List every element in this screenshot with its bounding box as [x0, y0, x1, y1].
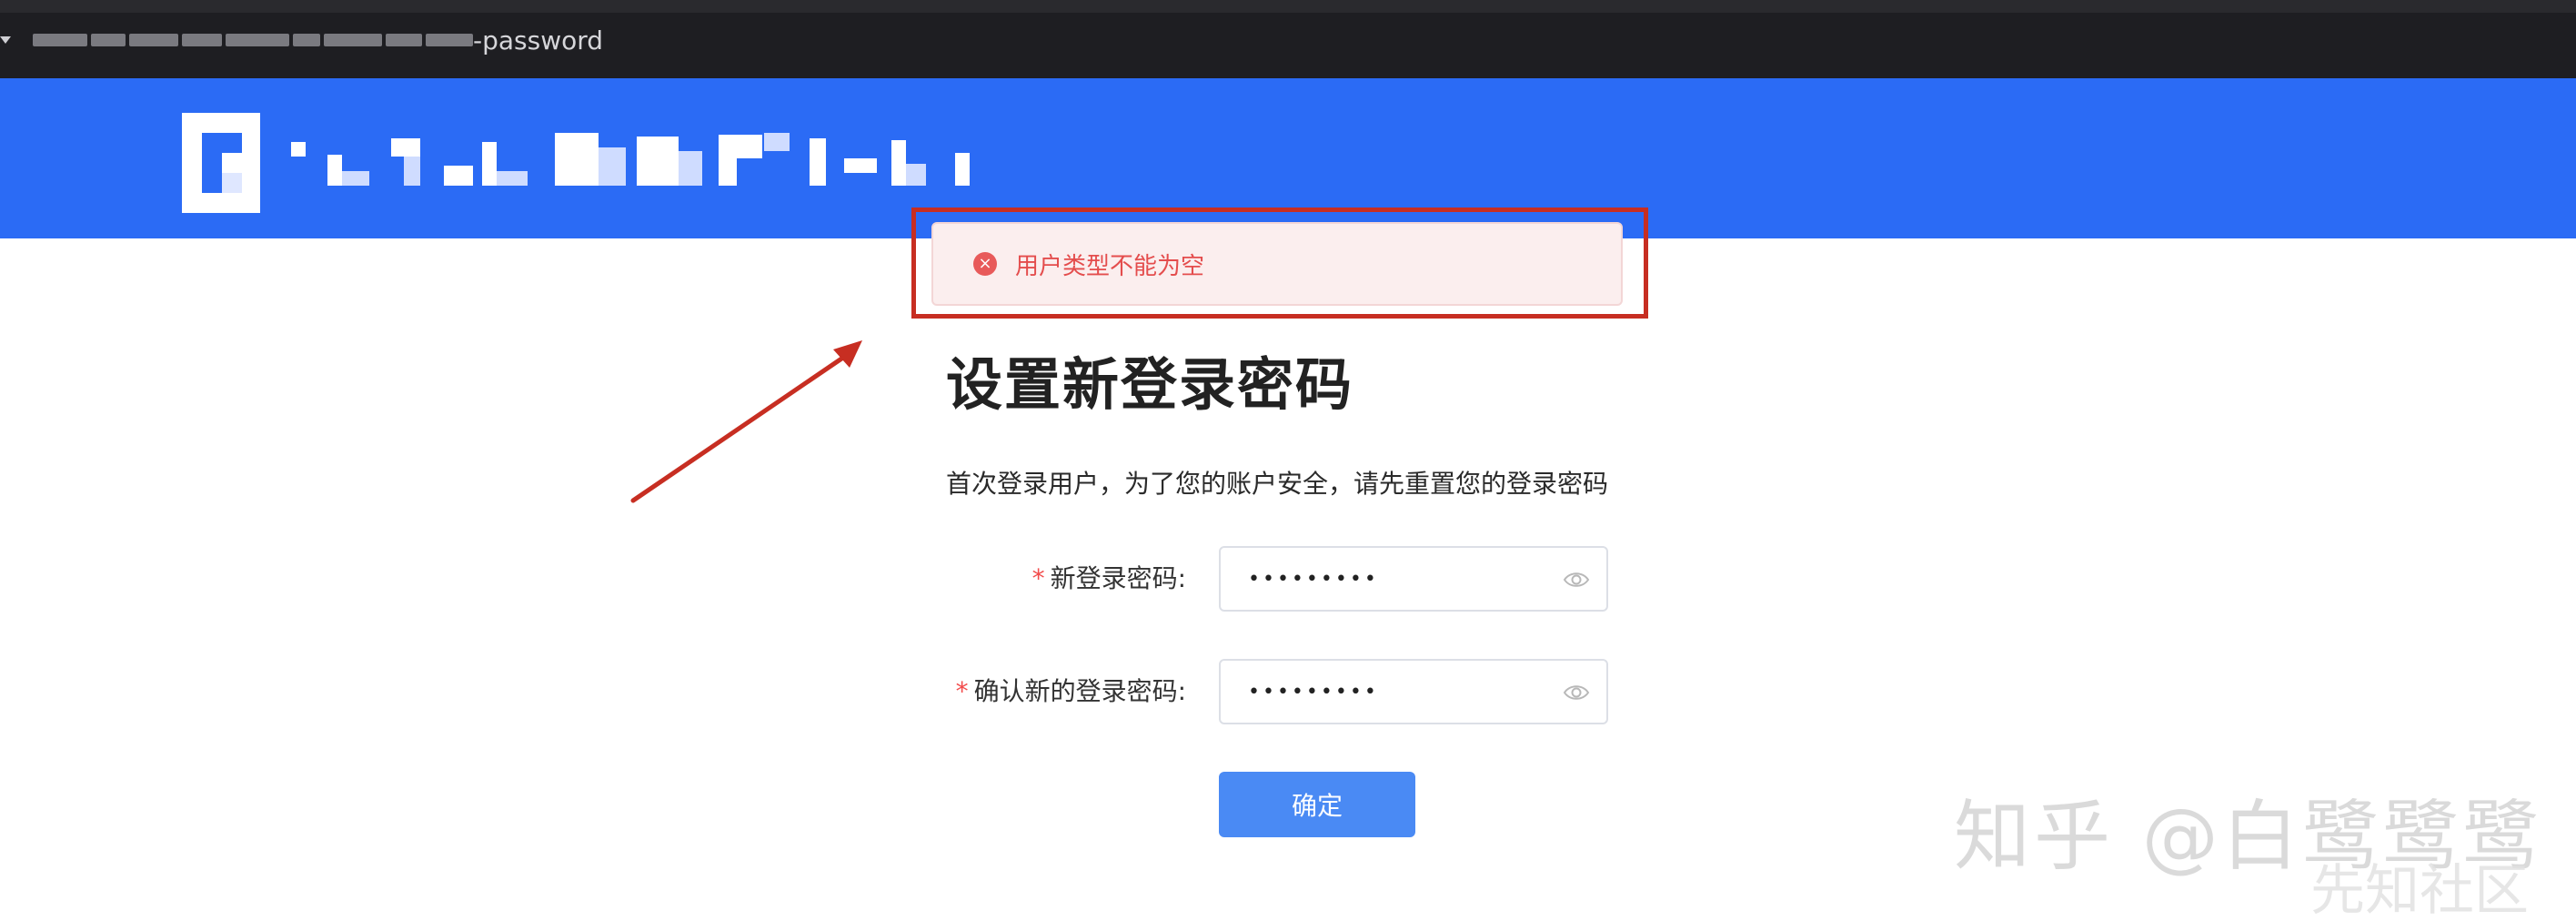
brand-name-redacted: [291, 133, 1028, 206]
url-redacted: [33, 29, 473, 51]
password-value: •••••••••: [1248, 568, 1379, 591]
eye-icon[interactable]: [1563, 681, 1590, 704]
form-row-confirm-password: * 确认新的登录密码: •••••••••: [0, 659, 2576, 724]
annotation-arrow-icon: [630, 340, 862, 503]
page-title: 设置新登录密码: [946, 351, 1354, 418]
confirm-password-label: * 确认新的登录密码:: [955, 676, 1186, 706]
password-value: •••••••••: [1248, 681, 1379, 703]
confirm-button[interactable]: 确定: [1219, 772, 1415, 837]
xianzhi-watermark: 先知社区: [2310, 859, 2529, 921]
url-text[interactable]: -password: [473, 25, 603, 56]
new-password-input[interactable]: •••••••••: [1219, 546, 1608, 612]
new-password-label: * 新登录密码:: [1031, 563, 1186, 593]
logo-icon: [182, 113, 260, 213]
page-subtitle: 首次登录用户，为了您的账户安全，请先重置您的登录密码: [946, 469, 1609, 499]
annotation-highlight-box: [911, 207, 1648, 319]
page: -password × 用户类型不能为空 设置新登录密码 首次登录用户，为了您的…: [0, 0, 2576, 921]
required-mark: *: [1031, 563, 1045, 593]
browser-address-bar: -password: [0, 0, 2576, 80]
form-row-new-password: * 新登录密码: •••••••••: [0, 546, 2576, 612]
eye-icon[interactable]: [1563, 568, 1590, 592]
dropdown-triangle-icon[interactable]: [0, 36, 11, 44]
confirm-password-input[interactable]: •••••••••: [1219, 659, 1608, 724]
required-mark: *: [955, 676, 969, 706]
